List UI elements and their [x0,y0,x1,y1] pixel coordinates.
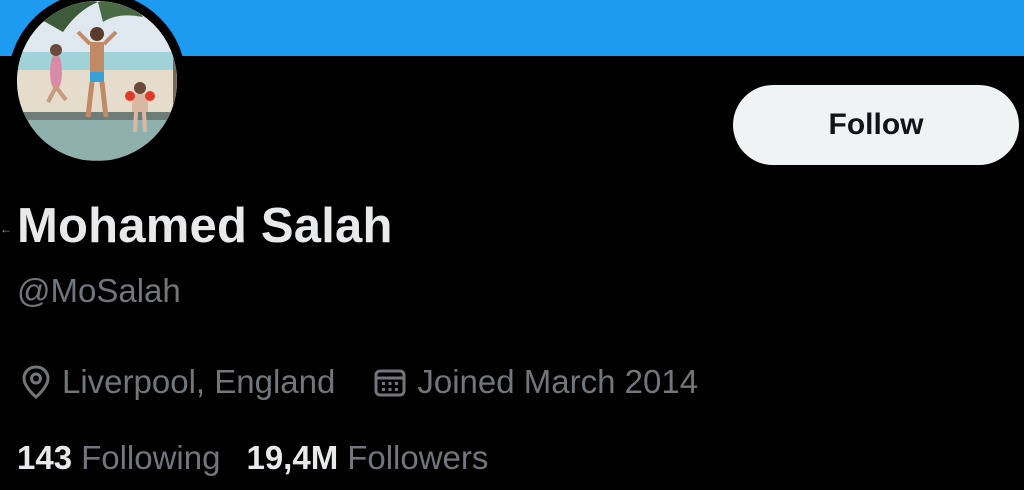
following-label: Following [81,439,221,476]
followers-count: 19,4M [246,439,339,476]
back-arrow-icon[interactable]: ← [0,222,12,236]
followers-link[interactable]: 19,4M Followers [246,439,488,477]
profile-name: Mohamed Salah [17,199,393,253]
profile-handle: @MoSalah [17,272,181,309]
follow-button[interactable]: Follow [733,85,1019,165]
profile-meta: Liverpool, England Joined March 2014 [20,360,698,404]
following-count: 143 [17,439,73,476]
calendar-icon [374,369,406,397]
joined-text: Joined March 2014 [417,363,699,400]
location-text: Liverpool, England [62,363,336,400]
location-item: Liverpool, England [20,363,335,401]
joined-item: Joined March 2014 [373,363,698,401]
profile-stats: 143 Following 19,4M Followers [17,436,488,480]
following-link[interactable]: 143 Following [17,439,220,477]
location-pin-icon [22,365,50,399]
followers-label: Followers [347,439,489,476]
profile-avatar[interactable] [8,0,186,170]
